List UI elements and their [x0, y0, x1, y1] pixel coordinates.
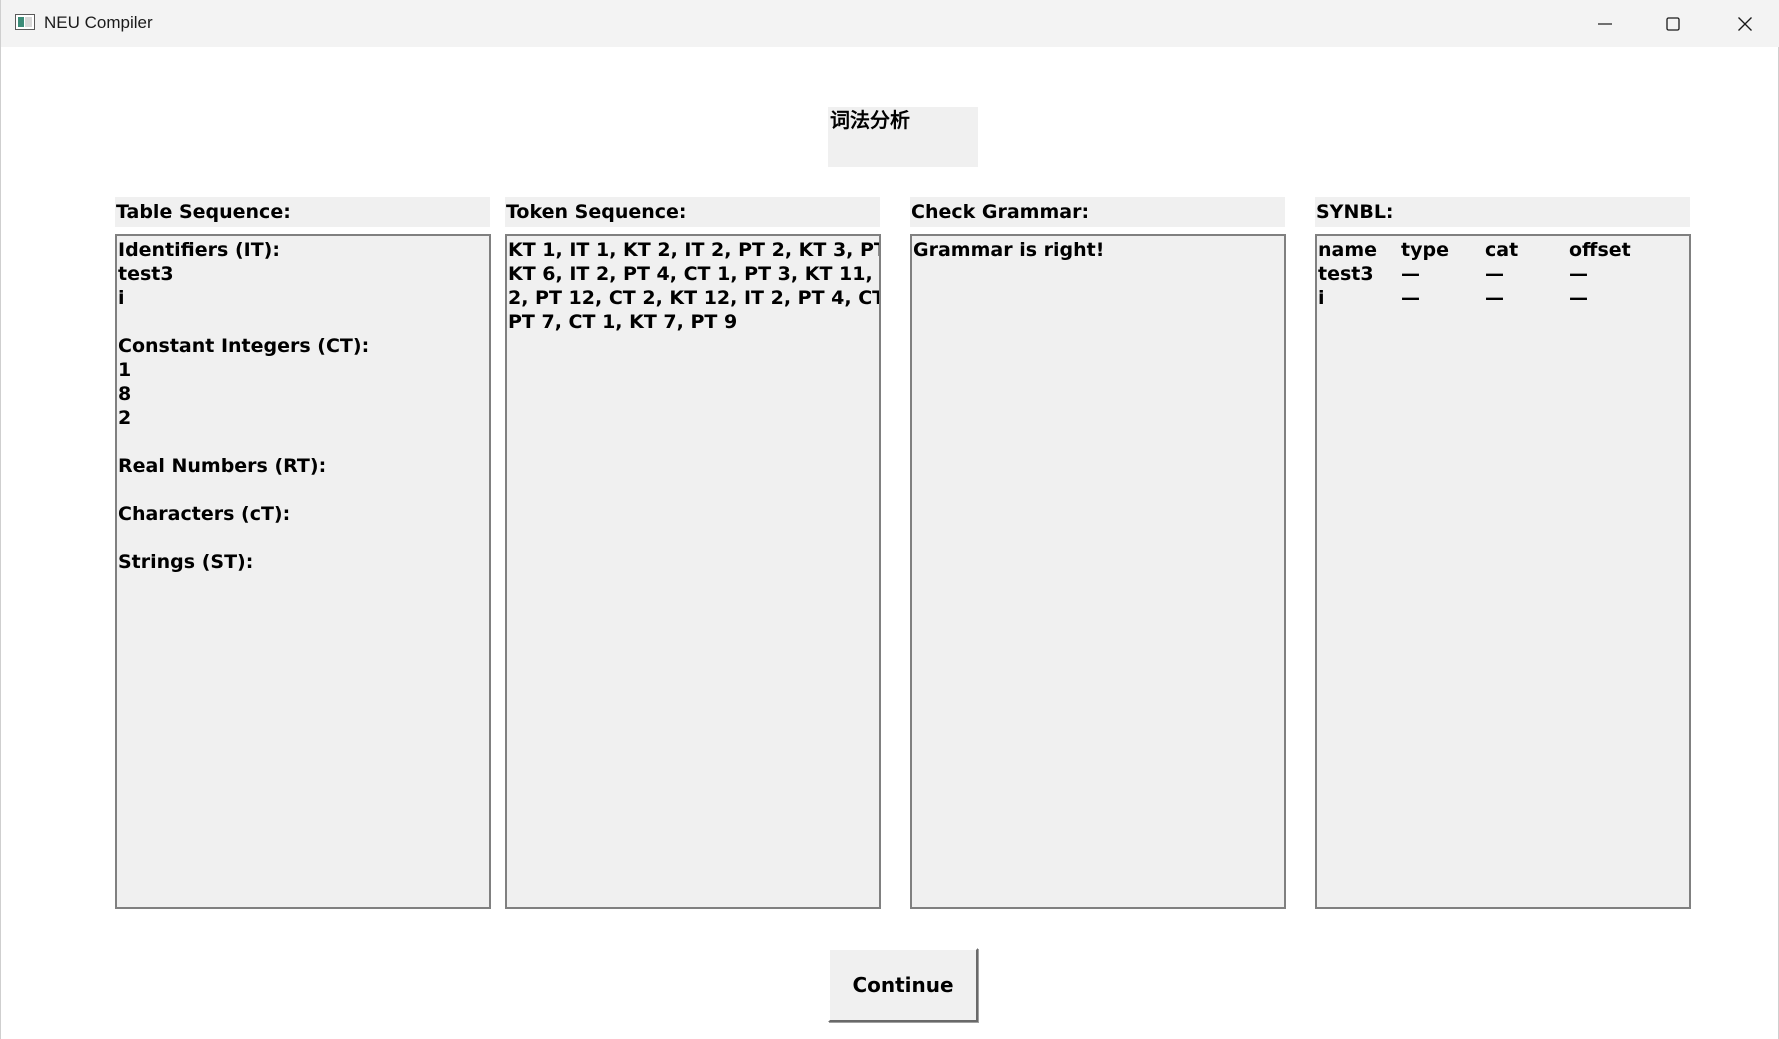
table-line: Characters (cT): [118, 503, 291, 525]
minimize-icon [1598, 22, 1612, 25]
app-icon [15, 14, 35, 30]
table-line: Identifiers (IT): [118, 239, 280, 261]
table-line [118, 478, 489, 502]
synbl-header-cell: type [1401, 239, 1449, 261]
check-grammar-textbox[interactable]: Grammar is right! [910, 234, 1286, 909]
synbl-cell: — [1401, 263, 1420, 285]
table-line: Strings (ST): [118, 551, 254, 573]
close-button[interactable] [1711, 0, 1779, 47]
table-sequence-label: Table Sequence: [115, 197, 490, 227]
synbl-header-cell: offset [1569, 239, 1631, 261]
table-line [118, 526, 489, 550]
table-line [118, 310, 489, 334]
minimize-button[interactable] [1571, 0, 1639, 47]
page-heading: 词法分析 [828, 107, 978, 167]
synbl-cell: — [1485, 263, 1504, 285]
token-line: 2, PT 12, CT 2, KT 12, IT 2, PT 4, CT 3, [508, 287, 881, 309]
table-line [118, 430, 489, 454]
token-line: KT 6, IT 2, PT 4, CT 1, PT 3, KT 11, IT [508, 263, 881, 285]
synbl-cell: test3 [1318, 263, 1374, 285]
synbl-row: i — — — [1318, 286, 1689, 310]
synbl-header-cell: name [1318, 239, 1378, 261]
table-line: i [118, 287, 125, 309]
synbl-cell: — [1569, 263, 1588, 285]
table-sequence-textbox[interactable]: Identifiers (IT): test3 i Constant Integ… [115, 234, 491, 909]
token-sequence-label: Token Sequence: [505, 197, 880, 227]
window-title: NEU Compiler [44, 13, 153, 32]
synbl-cell: — [1401, 287, 1420, 309]
close-icon [1738, 16, 1752, 31]
synbl-cell: i [1318, 287, 1325, 309]
table-line: 8 [118, 383, 132, 405]
token-sequence-textbox[interactable]: KT 1, IT 1, KT 2, IT 2, PT 2, KT 3, PT 3… [505, 234, 881, 909]
table-line: test3 [118, 263, 174, 285]
table-line: Real Numbers (RT): [118, 455, 327, 477]
maximize-button[interactable] [1639, 0, 1707, 47]
title-bar[interactable]: NEU Compiler [1, 0, 1779, 47]
synbl-cell: — [1569, 287, 1588, 309]
synbl-header-cell: cat [1485, 239, 1519, 261]
synbl-cell: — [1485, 287, 1504, 309]
token-line: PT 7, CT 1, KT 7, PT 9 [508, 311, 738, 333]
table-line: 1 [118, 359, 132, 381]
synbl-row: test3 — — — [1318, 262, 1689, 286]
grammar-result-text: Grammar is right! [913, 239, 1105, 261]
continue-button[interactable]: Continue [828, 948, 978, 1022]
check-grammar-label: Check Grammar: [910, 197, 1285, 227]
synbl-header-row: name type cat offset [1318, 238, 1689, 262]
synbl-label: SYNBL: [1315, 197, 1690, 227]
maximize-icon [1666, 16, 1680, 31]
token-line: KT 1, IT 1, KT 2, IT 2, PT 2, KT 3, PT 3… [508, 239, 881, 261]
table-line: Constant Integers (CT): [118, 335, 370, 357]
app-window: NEU Compiler 词法分析 Table Sequence: Identi… [0, 0, 1779, 1039]
table-line: 2 [118, 407, 132, 429]
synbl-textbox[interactable]: name type cat offset test3 — — — i — — — [1315, 234, 1691, 909]
